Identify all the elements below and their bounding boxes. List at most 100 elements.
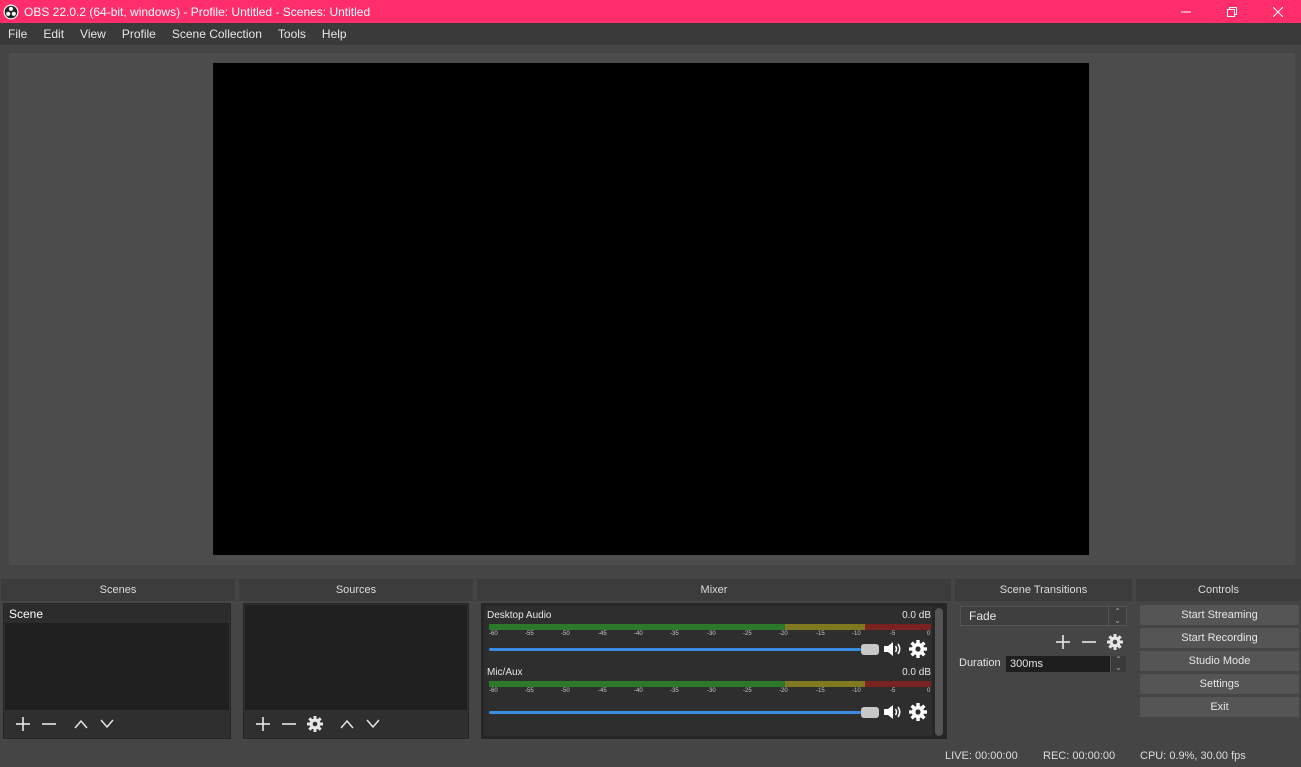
plus-icon [256, 717, 270, 731]
scale-tick-label: 0 [927, 631, 931, 637]
scale-tick-label: -20 [779, 631, 788, 637]
volume-slider[interactable] [489, 711, 861, 714]
scene-item[interactable]: Scene [5, 605, 229, 623]
menu-help[interactable]: Help [314, 23, 355, 45]
gear-icon [307, 716, 323, 732]
transition-select[interactable]: Fade ⌃ ⌄ [960, 606, 1127, 626]
scale-tick-label: -25 [743, 688, 752, 694]
exit-button[interactable]: Exit [1140, 697, 1299, 717]
transition-properties-button[interactable] [1102, 630, 1128, 654]
speaker-icon[interactable] [883, 640, 903, 658]
mixer-panel: Desktop Audio 0.0 dB -60 -55 -50 -45 -40… [481, 603, 947, 739]
transition-selected: Fade [969, 609, 997, 623]
plus-icon [1056, 635, 1070, 649]
sources-dock-header: Sources [239, 579, 473, 601]
add-scene-button[interactable] [10, 712, 36, 736]
remove-transition-button[interactable] [1076, 630, 1102, 654]
sources-panel [243, 603, 469, 739]
scale-tick-label: 0 [927, 688, 931, 694]
mixer-channel-mic-aux: Mic/Aux 0.0 dB -60 -55 -50 -45 -40 -35 -… [487, 667, 931, 721]
live-status: LIVE: 00:00:00 [945, 750, 1018, 762]
close-button[interactable] [1255, 0, 1301, 23]
add-source-button[interactable] [250, 712, 276, 736]
mixer-channels: Desktop Audio 0.0 dB -60 -55 -50 -45 -40… [484, 606, 932, 736]
select-arrows-icon: ⌃ ⌄ [1108, 607, 1126, 625]
restore-button[interactable] [1209, 0, 1255, 23]
scenes-dock-header: Scenes [1, 579, 235, 601]
scale-tick-label: -35 [670, 688, 679, 694]
transition-toolbar [1050, 630, 1128, 654]
volume-slider-handle[interactable] [861, 644, 879, 655]
scale-tick-label: -15 [816, 688, 825, 694]
spin-arrows-icon[interactable]: ⌃ ⌄ [1110, 656, 1126, 672]
scenes-list[interactable]: Scene [5, 605, 229, 710]
sources-toolbar [244, 710, 468, 738]
title-bar: OBS 22.0.2 (64-bit, windows) - Profile: … [0, 0, 1301, 23]
restore-icon [1227, 6, 1237, 17]
minimize-button[interactable] [1163, 0, 1209, 23]
source-properties-button[interactable] [302, 712, 328, 736]
scenes-panel: Scene [3, 603, 231, 739]
gear-icon[interactable] [909, 640, 927, 658]
rec-status: REC: 00:00:00 [1043, 750, 1116, 762]
obs-logo-icon [3, 4, 19, 19]
remove-scene-button[interactable] [36, 712, 62, 736]
move-source-down-button[interactable] [360, 712, 386, 736]
channel-db: 0.0 dB [902, 610, 931, 621]
scale-tick-label: -40 [634, 631, 643, 637]
speaker-icon[interactable] [883, 703, 903, 721]
start-recording-button[interactable]: Start Recording [1140, 628, 1299, 648]
mixer-dock-header: Mixer [477, 579, 951, 601]
plus-icon [16, 717, 30, 731]
menu-scene-collection[interactable]: Scene Collection [164, 23, 270, 45]
scale-tick-label: -45 [598, 631, 607, 637]
menu-tools[interactable]: Tools [270, 23, 314, 45]
window-controls [1163, 0, 1301, 23]
remove-source-button[interactable] [276, 712, 302, 736]
scale-tick-label: -20 [779, 688, 788, 694]
mixer-scrollbar[interactable] [935, 608, 943, 736]
scale-tick-label: -10 [852, 688, 861, 694]
close-icon [1273, 6, 1283, 17]
menu-file[interactable]: File [0, 23, 35, 45]
volume-slider-handle[interactable] [861, 707, 879, 718]
duration-value: 300ms [1010, 658, 1044, 670]
channel-name: Mic/Aux [487, 667, 523, 678]
preview-canvas[interactable] [213, 63, 1089, 555]
menu-bar: File Edit View Profile Scene Collection … [0, 23, 1301, 45]
move-scene-up-button[interactable] [68, 712, 94, 736]
add-transition-button[interactable] [1050, 630, 1076, 654]
start-streaming-button[interactable]: Start Streaming [1140, 605, 1299, 625]
scale-tick-label: -30 [707, 631, 716, 637]
scale-tick-label: -10 [852, 631, 861, 637]
sources-list[interactable] [245, 605, 467, 710]
window-title: OBS 22.0.2 (64-bit, windows) - Profile: … [24, 4, 371, 19]
scale-tick-label: -15 [816, 631, 825, 637]
menu-edit[interactable]: Edit [35, 23, 72, 45]
gear-icon[interactable] [909, 703, 927, 721]
scale-tick-label: -50 [561, 631, 570, 637]
meter-scale: -60 -55 -50 -45 -40 -35 -30 -25 -20 -15 … [487, 687, 931, 697]
chevron-up-icon [340, 719, 354, 729]
volume-slider-row [487, 703, 931, 721]
scale-tick-label: -5 [890, 631, 896, 637]
minus-icon [42, 723, 56, 725]
scale-tick-label: -5 [890, 688, 896, 694]
scale-tick-label: -50 [561, 688, 570, 694]
menu-view[interactable]: View [72, 23, 114, 45]
studio-mode-button[interactable]: Studio Mode [1140, 651, 1299, 671]
duration-field[interactable]: 300ms ⌃ ⌄ [1005, 655, 1127, 673]
menu-profile[interactable]: Profile [114, 23, 164, 45]
scale-tick-label: -60 [489, 631, 498, 637]
channel-db: 0.0 dB [902, 667, 931, 678]
scale-tick-label: -45 [598, 688, 607, 694]
cpu-status: CPU: 0.9%, 30.00 fps [1140, 750, 1246, 762]
settings-button[interactable]: Settings [1140, 674, 1299, 694]
move-source-up-button[interactable] [334, 712, 360, 736]
preview-area [9, 53, 1295, 565]
move-scene-down-button[interactable] [94, 712, 120, 736]
scenes-toolbar [4, 710, 230, 738]
channel-name: Desktop Audio [487, 610, 552, 621]
gear-icon [1107, 634, 1123, 650]
volume-slider[interactable] [489, 648, 861, 651]
